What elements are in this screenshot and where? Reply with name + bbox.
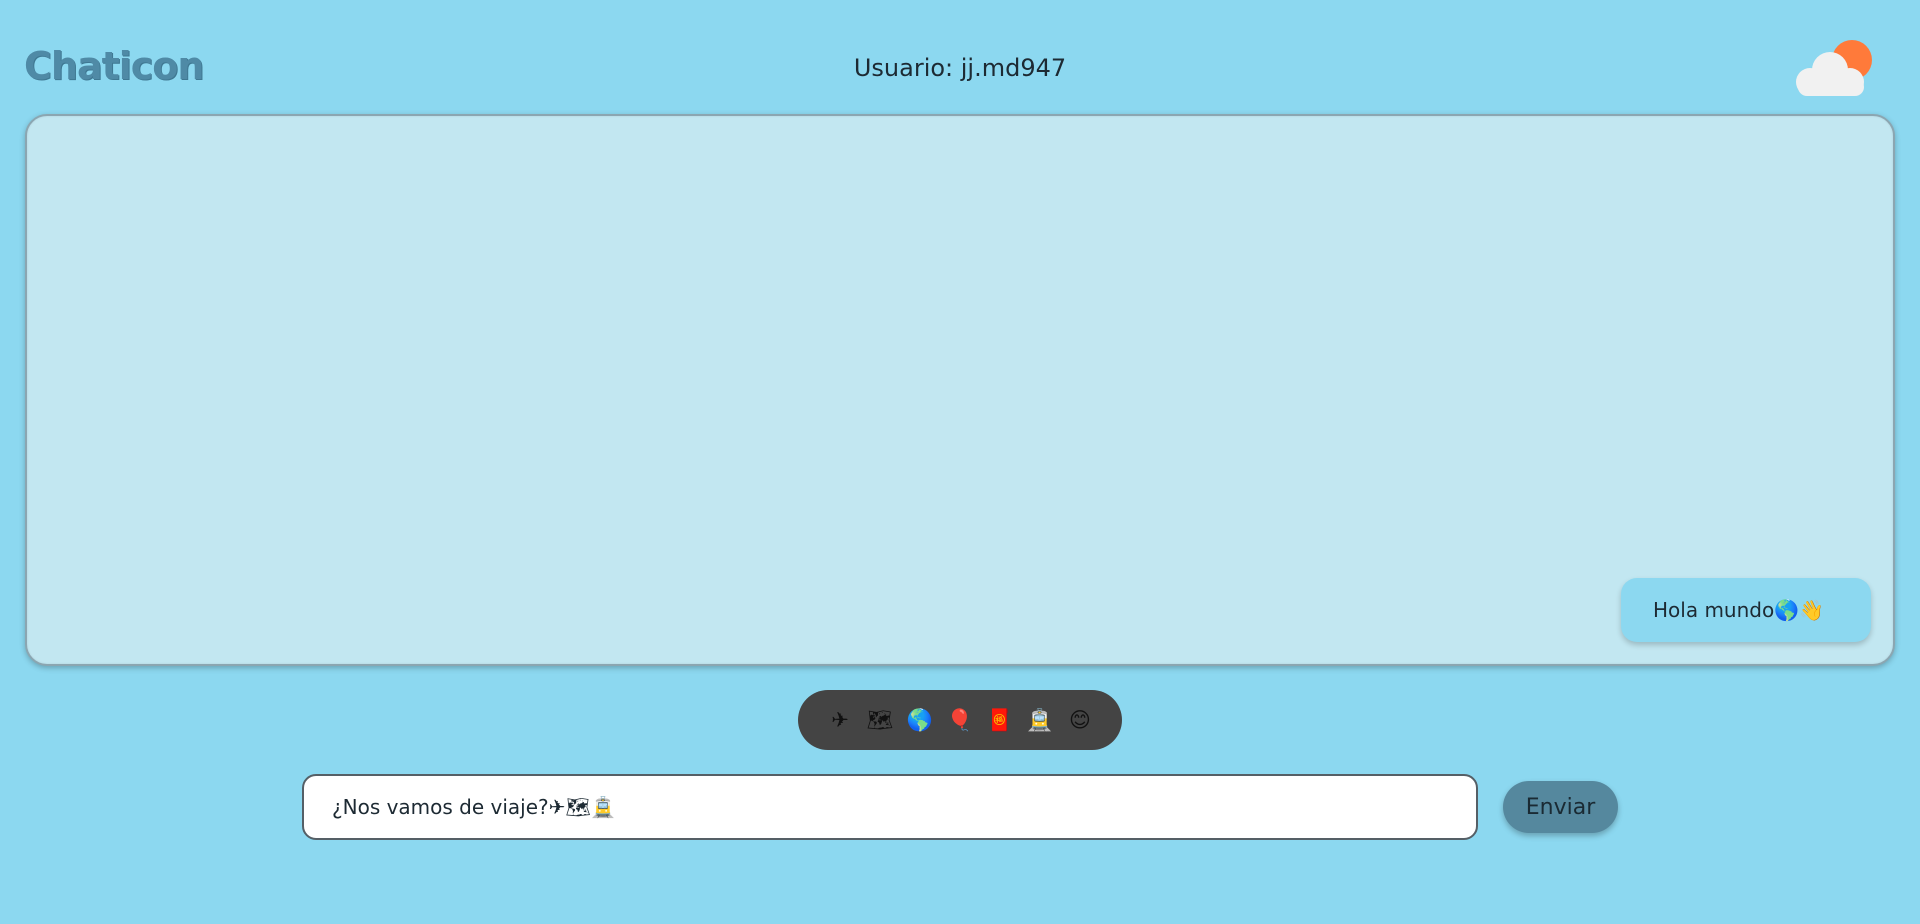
emoji-picker-bar: ✈ 🗺 🌎 🎈 🧧 🚊 😊: [798, 690, 1122, 750]
airplane-emoji-button[interactable]: ✈: [825, 705, 855, 735]
chat-messages-panel[interactable]: Hola mundo🌎👋: [25, 114, 1895, 666]
username-label: Usuario: jj.md947: [853, 54, 1067, 82]
balloon-emoji-button[interactable]: 🎈: [945, 705, 975, 735]
smiley-emoji-button[interactable]: 😊: [1065, 705, 1095, 735]
world-map-emoji-button[interactable]: 🗺: [865, 705, 895, 735]
message-input[interactable]: [302, 774, 1478, 840]
chat-message-bubble: Hola mundo🌎👋: [1621, 578, 1871, 642]
tram-emoji-button[interactable]: 🚊: [1025, 705, 1055, 735]
send-button[interactable]: Enviar: [1503, 781, 1618, 833]
red-envelope-emoji-button[interactable]: 🧧: [985, 705, 1015, 735]
cloud-sun-icon: [1796, 40, 1872, 96]
header: Chaticon Usuario: jj.md947: [0, 0, 1920, 112]
globe-emoji-button[interactable]: 🌎: [905, 705, 935, 735]
